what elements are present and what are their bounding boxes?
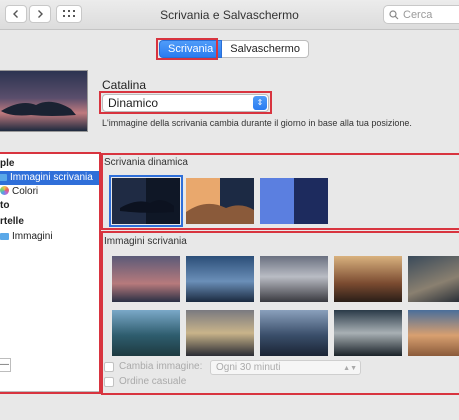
wallpaper-thumb[interactable] [334, 256, 402, 302]
wallpaper-thumb[interactable] [186, 256, 254, 302]
wallpaper-thumb[interactable] [260, 310, 328, 356]
tab-salvaschermo[interactable]: Salvaschermo [222, 40, 309, 58]
title-bar: Scrivania e Salvaschermo Cerca [0, 0, 459, 30]
wallpaper-thumb[interactable] [260, 256, 328, 302]
island-image [1, 101, 76, 116]
wallpaper-thumb[interactable] [408, 256, 459, 302]
forward-button[interactable] [29, 5, 51, 23]
chevron-left-icon [13, 10, 18, 18]
current-wallpaper-preview [0, 70, 88, 132]
wallpaper-thumb-gradient-dynamic[interactable] [260, 178, 328, 224]
change-picture-label: Cambia immagine: [119, 361, 203, 372]
sidebar-item-immagini[interactable]: Immagini [0, 230, 53, 244]
interval-select-value: Ogni 30 minuti [216, 362, 281, 373]
sidebar-group-apple: ple [0, 158, 15, 169]
wallpaper-thumb[interactable] [112, 256, 180, 302]
wallpaper-thumb-catalina-dynamic[interactable] [109, 175, 183, 227]
grid-icon [63, 10, 75, 17]
mode-description: L'immagine della scrivania cambia durant… [102, 118, 412, 128]
section-title-dynamic: Scrivania dinamica [104, 157, 188, 168]
folder-icon [0, 174, 7, 181]
interval-select[interactable]: Ogni 30 minuti ▲▼ [210, 360, 361, 375]
chevron-right-icon [38, 10, 43, 18]
show-all-button[interactable] [56, 5, 82, 23]
change-picture-option[interactable]: Cambia immagine: [104, 361, 202, 372]
mode-select[interactable]: Dinamico ⇕ [102, 94, 269, 112]
remove-folder-button[interactable]: — [0, 358, 11, 372]
random-order-option[interactable]: Ordine casuale [104, 376, 186, 387]
sidebar-item-immagini-scrivania[interactable]: Immagini scrivania [0, 171, 100, 185]
tab-scrivania[interactable]: Scrivania [159, 40, 223, 58]
sidebar-group-cartelle: rtelle [0, 216, 24, 227]
sidebar-group-foto: to [0, 200, 10, 211]
change-picture-checkbox[interactable] [104, 361, 114, 372]
wallpaper-thumb[interactable] [334, 310, 402, 356]
tab-bar: Scrivania Salvaschermo [159, 40, 309, 58]
search-placeholder: Cerca [403, 8, 433, 21]
wallpaper-name: Catalina [102, 78, 147, 92]
wallpaper-thumb[interactable] [186, 310, 254, 356]
folder-icon [0, 233, 9, 240]
search-field[interactable]: Cerca [383, 5, 459, 24]
back-button[interactable] [5, 5, 27, 23]
wallpaper-thumb-mojave-dynamic[interactable] [186, 178, 254, 224]
random-order-label: Ordine casuale [119, 376, 187, 387]
random-order-checkbox[interactable] [104, 376, 114, 387]
wallpaper-thumb[interactable] [408, 310, 459, 356]
mode-select-value: Dinamico [108, 96, 159, 110]
search-icon [389, 9, 399, 19]
wallpaper-thumb[interactable] [112, 310, 180, 356]
section-title-images: Immagini scrivania [104, 236, 187, 247]
select-arrows-icon: ▲▼ [343, 365, 357, 372]
select-arrows-icon: ⇕ [253, 96, 267, 110]
color-wheel-icon [0, 186, 9, 195]
source-list: ple Immagini scrivania Colori to rtelle … [0, 152, 101, 392]
sidebar-item-colori[interactable]: Colori [0, 185, 38, 199]
